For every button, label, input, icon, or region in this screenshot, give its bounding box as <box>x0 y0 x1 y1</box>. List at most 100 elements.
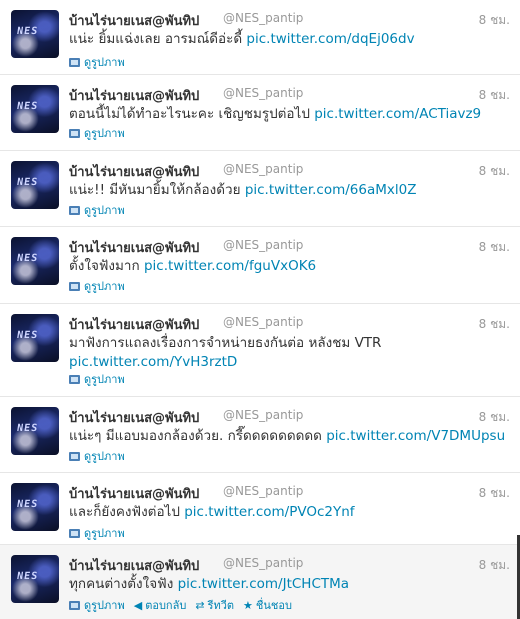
avatar[interactable]: NES <box>11 85 59 133</box>
tweet-body: แน่ะ!! มีหันมายิ้มให้กล้องด้วย <box>69 182 241 198</box>
view-photo-button[interactable]: ดูรูปภาพ <box>69 53 125 71</box>
tweet-author-handle[interactable]: @NES_pantip <box>223 556 303 570</box>
tweet-link[interactable]: pic.twitter.com/66aMxl0Z <box>245 182 417 198</box>
view-photo-label: ดูรูปภาพ <box>84 204 125 217</box>
tweet-timestamp[interactable]: 8 ชม. <box>479 86 510 105</box>
tweet-link[interactable]: pic.twitter.com/V7DMUpsu <box>326 428 505 444</box>
tweet-author-handle[interactable]: @NES_pantip <box>223 315 303 329</box>
tweet-actions: ดูรูปภาพ <box>69 524 134 542</box>
tweet-author-handle[interactable]: @NES_pantip <box>223 484 303 498</box>
reply-label: ตอบกลับ <box>145 599 187 612</box>
tweet-text: ตอนนี้ไม่ได้ทำอะไรนะคะ เชิญชมรูปต่อไป pi… <box>69 105 509 124</box>
tweet-timeline: NES บ้านไร่นายเนส@พันทิป @NES_pantip 8 ช… <box>0 0 520 619</box>
favorite-button[interactable]: ★ ชื่นชอบ <box>243 596 292 614</box>
tweet-actions: ดูรูปภาพ <box>69 53 134 71</box>
tweet-actions: ดูรูปภาพ <box>69 370 134 388</box>
view-photo-label: ดูรูปภาพ <box>84 450 125 463</box>
tweet-item[interactable]: NES บ้านไร่นายเนส@พันทิป @NES_pantip 8 ช… <box>0 75 520 151</box>
tweet-link[interactable]: pic.twitter.com/ACTiavz9 <box>314 106 481 122</box>
avatar[interactable]: NES <box>11 407 59 455</box>
tweet-item[interactable]: NES บ้านไร่นายเนส@พันทิป @NES_pantip 8 ช… <box>0 227 520 304</box>
tweet-timestamp[interactable]: 8 ชม. <box>479 11 510 30</box>
tweet-author-name[interactable]: บ้านไร่นายเนส@พันทิป <box>69 10 199 31</box>
tweet-item[interactable]: NES บ้านไร่นายเนส@พันทิป @NES_pantip 8 ช… <box>0 473 520 545</box>
tweet-author-name[interactable]: บ้านไร่นายเนส@พันทิป <box>69 555 199 576</box>
tweet-link[interactable]: pic.twitter.com/fguVxOK6 <box>144 258 316 274</box>
photo-icon <box>69 528 80 538</box>
favorite-icon: ★ <box>243 598 253 612</box>
view-photo-label: ดูรูปภาพ <box>84 280 125 293</box>
tweet-author-name[interactable]: บ้านไร่นายเนส@พันทิป <box>69 161 199 182</box>
tweet-actions: ดูรูปภาพ <box>69 124 134 142</box>
tweet-body: แน่ะ ยิ้มแฉ่งเลย อารมณ์ดีอ่ะดี้ <box>69 31 243 47</box>
tweet-body: ตั้งใจฟังมาก <box>69 258 140 274</box>
tweet-timestamp[interactable]: 8 ชม. <box>479 238 510 257</box>
tweet-author-name[interactable]: บ้านไร่นายเนส@พันทิป <box>69 85 199 106</box>
tweet-item[interactable]: NES บ้านไร่นายเนส@พันทิป @NES_pantip 8 ช… <box>0 0 520 75</box>
photo-icon <box>69 600 80 610</box>
view-photo-button[interactable]: ดูรูปภาพ <box>69 201 125 219</box>
avatar[interactable]: NES <box>11 237 59 285</box>
view-photo-button[interactable]: ดูรูปภาพ <box>69 277 125 295</box>
tweet-body: ทุกคนต่างตั้งใจฟัง <box>69 576 174 592</box>
tweet-item[interactable]: NES บ้านไร่นายเนส@พันทิป @NES_pantip 8 ช… <box>0 545 520 619</box>
photo-icon <box>69 205 80 215</box>
tweet-body: แน่ะๆ มีแอบมองกล้องด้วย. กรี๊ดดดดดดดดด <box>69 428 322 444</box>
reply-button[interactable]: ◀ ตอบกลับ <box>134 596 187 614</box>
view-photo-button[interactable]: ดูรูปภาพ <box>69 124 125 142</box>
tweet-author-handle[interactable]: @NES_pantip <box>223 11 303 25</box>
reply-icon: ◀ <box>133 598 143 612</box>
tweet-author-handle[interactable]: @NES_pantip <box>223 86 303 100</box>
tweet-text: ทุกคนต่างตั้งใจฟัง pic.twitter.com/JtCHC… <box>69 575 509 594</box>
tweet-author-name[interactable]: บ้านไร่นายเนส@พันทิป <box>69 483 199 504</box>
tweet-body: และก็ยังคงฟังต่อไป <box>69 504 180 520</box>
view-photo-label: ดูรูปภาพ <box>84 127 125 140</box>
tweet-actions: ดูรูปภาพ ◀ ตอบกลับ ⇄ รีทวีต ★ ชื่นชอบ <box>69 596 301 614</box>
avatar[interactable]: NES <box>11 161 59 209</box>
photo-icon <box>69 374 80 384</box>
retweet-icon: ⇄ <box>195 598 205 612</box>
tweet-item[interactable]: NES บ้านไร่นายเนส@พันทิป @NES_pantip 8 ช… <box>0 304 520 397</box>
view-photo-button[interactable]: ดูรูปภาพ <box>69 596 125 614</box>
tweet-link[interactable]: pic.twitter.com/YvH3rztD <box>69 354 237 370</box>
view-photo-label: ดูรูปภาพ <box>84 527 125 540</box>
tweet-text: ตั้งใจฟังมาก pic.twitter.com/fguVxOK6 <box>69 257 509 276</box>
retweet-button[interactable]: ⇄ รีทวีต <box>195 596 234 614</box>
view-photo-button[interactable]: ดูรูปภาพ <box>69 370 125 388</box>
tweet-timestamp[interactable]: 8 ชม. <box>479 162 510 181</box>
tweet-author-name[interactable]: บ้านไร่นายเนส@พันทิป <box>69 314 199 335</box>
view-photo-label: ดูรูปภาพ <box>84 373 125 386</box>
tweet-text: แน่ะ ยิ้มแฉ่งเลย อารมณ์ดีอ่ะดี้ pic.twit… <box>69 30 509 49</box>
avatar[interactable]: NES <box>11 314 59 362</box>
tweet-text: และก็ยังคงฟังต่อไป pic.twitter.com/PVOc2… <box>69 503 509 522</box>
view-photo-button[interactable]: ดูรูปภาพ <box>69 447 125 465</box>
view-photo-button[interactable]: ดูรูปภาพ <box>69 524 125 542</box>
tweet-item[interactable]: NES บ้านไร่นายเนส@พันทิป @NES_pantip 8 ช… <box>0 151 520 227</box>
tweet-text: แน่ะๆ มีแอบมองกล้องด้วย. กรี๊ดดดดดดดดด p… <box>69 427 509 446</box>
tweet-author-handle[interactable]: @NES_pantip <box>223 162 303 176</box>
photo-icon <box>69 57 80 67</box>
tweet-timestamp[interactable]: 8 ชม. <box>479 315 510 334</box>
tweet-author-handle[interactable]: @NES_pantip <box>223 238 303 252</box>
tweet-timestamp[interactable]: 8 ชม. <box>479 408 510 427</box>
tweet-actions: ดูรูปภาพ <box>69 277 134 295</box>
tweet-text: มาฟังการแถลงเรื่องการจำหน่ายธงกันต่อ หลั… <box>69 334 399 372</box>
photo-icon <box>69 128 80 138</box>
tweet-link[interactable]: pic.twitter.com/PVOc2Ynf <box>184 504 354 520</box>
tweet-link[interactable]: pic.twitter.com/JtCHCTMa <box>178 576 349 592</box>
tweet-timestamp[interactable]: 8 ชม. <box>479 484 510 503</box>
photo-icon <box>69 451 80 461</box>
tweet-actions: ดูรูปภาพ <box>69 447 134 465</box>
avatar[interactable]: NES <box>11 555 59 603</box>
tweet-body: ตอนนี้ไม่ได้ทำอะไรนะคะ เชิญชมรูปต่อไป <box>69 106 310 122</box>
view-photo-label: ดูรูปภาพ <box>84 56 125 69</box>
avatar[interactable]: NES <box>11 10 59 58</box>
tweet-author-name[interactable]: บ้านไร่นายเนส@พันทิป <box>69 237 199 258</box>
tweet-item[interactable]: NES บ้านไร่นายเนส@พันทิป @NES_pantip 8 ช… <box>0 397 520 473</box>
tweet-author-name[interactable]: บ้านไร่นายเนส@พันทิป <box>69 407 199 428</box>
tweet-link[interactable]: pic.twitter.com/dqEj06dv <box>246 31 414 47</box>
retweet-label: รีทวีต <box>207 599 235 612</box>
avatar[interactable]: NES <box>11 483 59 531</box>
tweet-author-handle[interactable]: @NES_pantip <box>223 408 303 422</box>
tweet-timestamp[interactable]: 8 ชม. <box>479 556 510 575</box>
